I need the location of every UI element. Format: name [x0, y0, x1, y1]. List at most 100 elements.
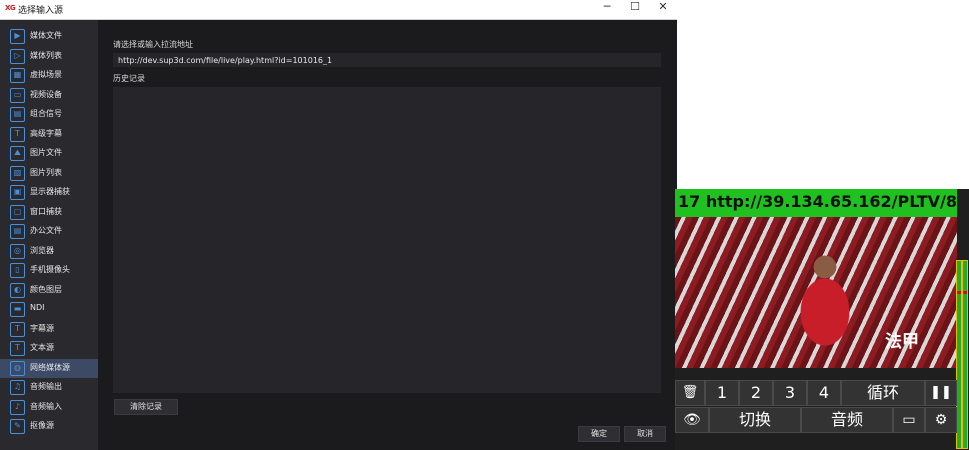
- sidebar-item[interactable]: ◎ 浏览器: [0, 242, 98, 261]
- meter-peak-right: [963, 291, 967, 294]
- history-list[interactable]: [113, 87, 661, 393]
- sidebar-item[interactable]: ♪ 音频输入: [0, 398, 98, 417]
- maximize-button[interactable]: ☐: [620, 0, 650, 19]
- control-button[interactable]: 4: [807, 380, 841, 406]
- pause-icon[interactable]: ❚❚: [925, 380, 957, 406]
- sidebar-item-label: 音频输入: [30, 401, 62, 411]
- control-button[interactable]: 循环: [841, 380, 925, 406]
- preview-panel: 17 http://39.134.65.162/PLTV/88888 法甲 🗑1…: [675, 189, 969, 450]
- sidebar-item[interactable]: ▶ 媒体文件: [0, 27, 98, 46]
- sidebar-item[interactable]: ▦ 虚拟场景: [0, 66, 98, 85]
- trash-icon[interactable]: 🗑: [675, 380, 705, 406]
- sidebar-item-label: 视频设备: [30, 89, 62, 99]
- image-file-icon: ⛰: [10, 146, 25, 161]
- meter-peak-left: [957, 291, 961, 294]
- preview-controls-row1: 🗑 1 2 3 4 循环 ❚❚: [675, 380, 957, 406]
- control-button[interactable]: 切换: [709, 407, 801, 433]
- image-list-icon: ▨: [10, 165, 25, 181]
- sidebar-item-label: 高级字幕: [30, 128, 62, 138]
- video-device-icon: ▭: [10, 87, 25, 103]
- sidebar-item[interactable]: ◐ 颜色图层: [0, 281, 98, 300]
- control-button[interactable]: 2: [739, 380, 773, 406]
- microphone-icon: ♪: [10, 399, 25, 415]
- ok-button[interactable]: 确定: [578, 426, 620, 442]
- input-source-dialog: XG 选择输入源 ─ ☐ ✕ ▶ 媒体文件 ▷ 媒体列表 ▦ 虚拟场景 ▭ 视频设备 ▤ 组合信号…: [0, 0, 677, 450]
- control-button[interactable]: 1: [705, 380, 739, 406]
- phone-camera-icon: ▯: [10, 263, 25, 278]
- sidebar-item[interactable]: ⛰ 图片文件: [0, 144, 98, 163]
- sidebar-item-label: 虚拟场景: [30, 70, 62, 79]
- sidebar-item[interactable]: ✎ 抠像源: [0, 417, 98, 436]
- sidebar-item[interactable]: ▢ 窗口捕获: [0, 203, 98, 222]
- gear-icon[interactable]: ⚙: [925, 407, 957, 433]
- video-preview[interactable]: 法甲: [675, 217, 957, 368]
- headphones-icon: ♫: [10, 380, 25, 395]
- sidebar-item-label: 组合信号: [30, 109, 62, 118]
- advanced-caption-icon: T: [10, 126, 25, 142]
- combo-signal-icon: ▤: [10, 107, 25, 122]
- url-label: 请选择或输入拉流地址: [113, 40, 193, 49]
- sidebar-item[interactable]: ▯ 手机摄像头: [0, 261, 98, 280]
- office-file-icon: ▤: [10, 224, 25, 239]
- sidebar-item-label: 字幕源: [30, 323, 54, 333]
- play-icon: ▶: [10, 29, 25, 44]
- audio-meter-right: [962, 260, 968, 449]
- history-label: 历史记录: [113, 74, 145, 83]
- channel-overlay-text: 法甲: [885, 332, 919, 352]
- close-button[interactable]: ✕: [648, 0, 678, 19]
- sidebar-item-label: 办公文件: [30, 226, 62, 235]
- sidebar-item[interactable]: ▤ 办公文件: [0, 222, 98, 241]
- sidebar-item[interactable]: ◍ 网络媒体源: [0, 358, 98, 378]
- eye-icon[interactable]: 👁: [675, 407, 709, 433]
- sidebar-item-label: 颜色图层: [30, 284, 62, 294]
- sidebar-item[interactable]: ▣ 显示器捕获: [0, 183, 98, 202]
- source-type-sidebar: ▶ 媒体文件 ▷ 媒体列表 ▦ 虚拟场景 ▭ 视频设备 ▤ 组合信号 T 高级字幕 ⛰ 图片文件 ▨ 图片列表…: [0, 20, 98, 450]
- sidebar-item-label: 音频输出: [30, 382, 62, 391]
- monitor-icon[interactable]: ▭: [893, 407, 925, 433]
- sidebar-item[interactable]: ▭ 视频设备: [0, 86, 98, 105]
- sidebar-item[interactable]: ▤ 组合信号: [0, 105, 98, 124]
- title-bar[interactable]: XG 选择输入源 ─ ☐ ✕: [0, 0, 677, 20]
- sidebar-item[interactable]: ♫ 音频输出: [0, 378, 98, 397]
- sidebar-item[interactable]: T 高级字幕: [0, 125, 98, 144]
- sidebar-item-label: 浏览器: [30, 245, 54, 255]
- sidebar-item[interactable]: ▬ NDI: [0, 300, 98, 319]
- browser-icon: ◎: [10, 243, 25, 259]
- ndi-icon: ▬: [10, 302, 25, 317]
- caption-source-icon: T: [10, 321, 25, 337]
- window-title: 选择输入源: [18, 6, 64, 16]
- media-list-icon: ▷: [10, 48, 25, 64]
- sidebar-item-label: 文本源: [30, 343, 54, 352]
- sidebar-item-label: 图片列表: [30, 167, 62, 177]
- control-button[interactable]: 音频: [801, 407, 893, 433]
- sidebar-item-label: 显示器捕获: [30, 187, 70, 196]
- sidebar-item[interactable]: ▨ 图片列表: [0, 164, 98, 183]
- sidebar-item-label: 窗口捕获: [30, 206, 62, 216]
- sidebar-item[interactable]: T 文本源: [0, 339, 98, 358]
- monitor-capture-icon: ▣: [10, 185, 25, 200]
- sidebar-item-label: 媒体列表: [30, 50, 62, 60]
- sidebar-item-label: 图片文件: [30, 148, 62, 157]
- sidebar-item-label: 手机摄像头: [30, 265, 70, 274]
- clear-history-button[interactable]: 清除记录: [114, 399, 178, 415]
- color-layer-icon: ◐: [10, 282, 25, 298]
- sidebar-item-label: 抠像源: [30, 421, 54, 430]
- control-button[interactable]: 3: [773, 380, 807, 406]
- minimize-button[interactable]: ─: [592, 0, 622, 19]
- cancel-button[interactable]: 取消: [624, 426, 666, 442]
- stream-url-input[interactable]: [113, 53, 661, 67]
- text-source-icon: T: [10, 341, 25, 356]
- window-capture-icon: ▢: [10, 204, 25, 220]
- stream-url-bar: 17 http://39.134.65.162/PLTV/88888: [675, 189, 957, 217]
- virtual-scene-icon: ▦: [10, 68, 25, 83]
- sidebar-item-label: NDI: [30, 303, 45, 312]
- preview-controls-row2: 👁 切换 音频 ▭ ⚙: [675, 407, 957, 433]
- network-media-icon: ◍: [10, 360, 25, 376]
- sidebar-item[interactable]: ▷ 媒体列表: [0, 47, 98, 66]
- keying-icon: ✎: [10, 419, 25, 434]
- stream-url-text: 17 http://39.134.65.162/PLTV/88888: [678, 192, 957, 211]
- app-logo: XG: [5, 4, 16, 12]
- sidebar-item-label: 媒体文件: [30, 31, 62, 40]
- sidebar-item-label: 网络媒体源: [30, 362, 70, 372]
- sidebar-item[interactable]: T 字幕源: [0, 320, 98, 339]
